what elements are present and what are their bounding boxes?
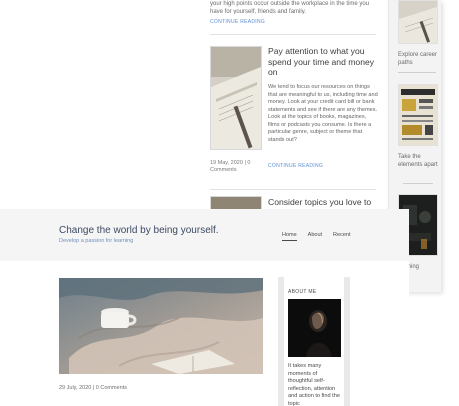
about-me-text: It takes many moments of thoughtful self…: [288, 363, 340, 406]
blanket-coffee-book-illustration: [59, 278, 263, 374]
divider: [210, 189, 376, 190]
foreground-blog-page: Change the world by being yourself. Deve…: [0, 209, 409, 406]
book-image-illustration: [211, 47, 261, 149]
newspaper-image-illustration: [399, 85, 437, 145]
portrait-illustration: [288, 299, 341, 357]
divider: [398, 72, 436, 73]
book-image-illustration: [399, 1, 437, 43]
post-meta: 19 May, 2020 | 0 Comments: [210, 160, 251, 173]
site-title[interactable]: Change the world by being yourself.: [59, 225, 219, 236]
post-excerpt: We tend to focus our resources on things…: [268, 84, 378, 143]
screen: your high points occur outside the workp…: [0, 0, 459, 406]
post-meta: 29 July, 2020 | 0 Comments: [59, 385, 127, 391]
divider: [210, 34, 376, 35]
continue-reading-link[interactable]: CONTINUE READING: [268, 163, 323, 169]
post-title[interactable]: Pay attention to what you spend your tim…: [268, 46, 378, 78]
blog-post: 19 May, 2020 | 0 Comments Pay attention …: [210, 46, 378, 186]
about-me-widget: ABOUT ME It takes many moments of though…: [278, 277, 350, 406]
about-me-panel: ABOUT ME It takes many moments of though…: [284, 277, 344, 406]
about-me-portrait-image[interactable]: [288, 299, 341, 357]
site-tagline: Develop a passion for learning: [59, 238, 134, 244]
continue-reading-link[interactable]: CONTINUE READING: [210, 18, 380, 26]
nav-item-home[interactable]: Home: [282, 232, 297, 241]
sidebar-post-title[interactable]: Explore career paths: [398, 51, 442, 67]
main-navigation: Home About Recent: [282, 232, 350, 241]
widget-title: ABOUT ME: [288, 289, 317, 295]
nav-item-recent[interactable]: Recent: [333, 232, 350, 241]
blog-post: Consider topics you love to: [210, 196, 378, 211]
sidebar-post-title[interactable]: Take the elements apart: [398, 153, 442, 169]
sidebar-post-thumbnail[interactable]: [398, 0, 438, 44]
sidebar-post-thumbnail[interactable]: [398, 84, 438, 146]
post-title[interactable]: Consider topics you love to: [268, 197, 378, 208]
post-excerpt: your high points occur outside the workp…: [210, 1, 370, 14]
nav-item-about[interactable]: About: [308, 232, 322, 241]
post-thumbnail-book-image[interactable]: [210, 46, 262, 150]
previous-post-teaser: your high points occur outside the workp…: [210, 0, 380, 26]
site-header: Change the world by being yourself. Deve…: [0, 209, 409, 261]
divider: [403, 183, 433, 184]
featured-post-image[interactable]: [59, 278, 263, 374]
